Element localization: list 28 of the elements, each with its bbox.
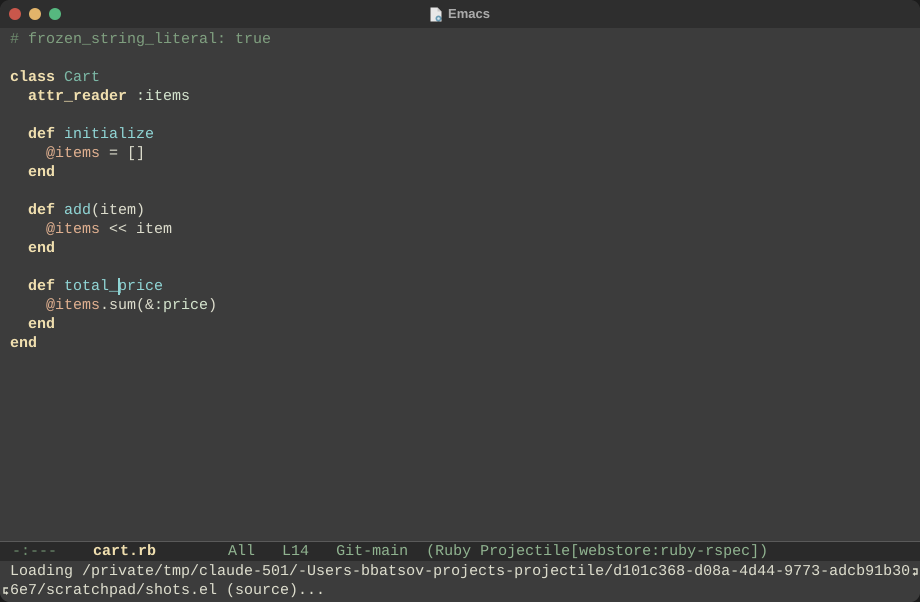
code-line: # frozen_string_literal: true <box>10 31 272 48</box>
zoom-button[interactable] <box>49 8 61 20</box>
buffer-name: cart.rb <box>93 542 156 561</box>
buffer-position: All <box>228 542 256 561</box>
code-line: attr_reader :items <box>28 88 190 105</box>
vc-branch: Git-main <box>336 542 408 561</box>
buffer-status: -:--- <box>12 542 58 561</box>
code-line: def total_price <box>28 278 164 295</box>
code-line: def initialize <box>28 126 154 143</box>
code-line: def add(item) <box>28 202 146 219</box>
line-wrap-icon <box>2 586 8 594</box>
window-title: Emacs <box>448 5 490 24</box>
code-line: end <box>10 335 38 352</box>
major-minor-modes: (Ruby Projectile[webstore:ruby-rspec]) <box>426 542 768 561</box>
echo-message: Loading /private/tmp/claude-501/-Users-bbatsov-projects-projectile/d101c368-d08a-4d44-9773-adcb91b30 <box>10 562 910 581</box>
line-wrap-icon <box>912 568 919 576</box>
code-line: class Cart <box>10 69 100 86</box>
line-number: L14 <box>282 542 310 561</box>
close-button[interactable] <box>9 8 21 20</box>
code-line: end <box>28 164 56 181</box>
code-line: end <box>28 240 56 257</box>
echo-message: 6e7/scratchpad/shots.el (source)... <box>10 581 326 600</box>
document-icon <box>430 6 442 22</box>
minimize-button[interactable] <box>29 8 41 20</box>
code-line: end <box>28 316 56 333</box>
code-line: @items = [] <box>46 145 146 162</box>
code-line: @items.sum(&:price) <box>46 297 218 314</box>
code-line: @items << item <box>46 221 172 238</box>
